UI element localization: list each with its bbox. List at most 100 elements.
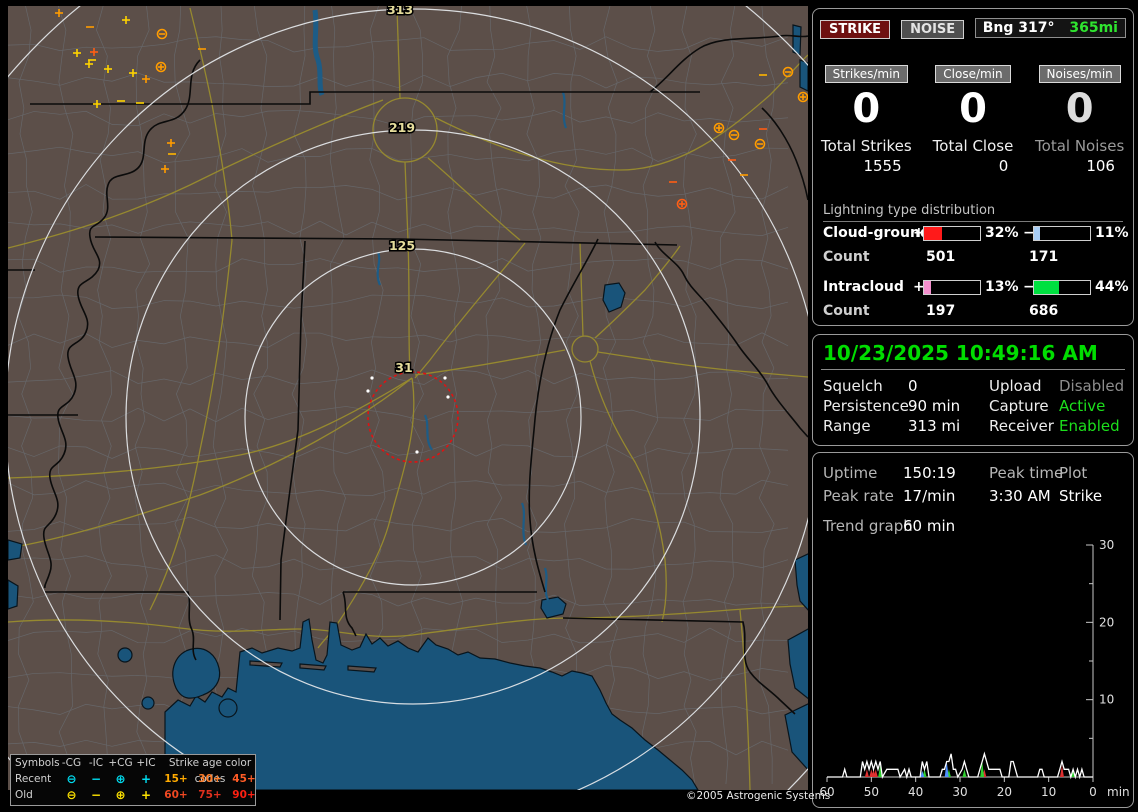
close-per-min-value: 0 xyxy=(959,86,987,132)
range-label: Range xyxy=(823,417,871,435)
ic-neg-percent: 44% xyxy=(1095,279,1129,295)
ring-label-125: 125 xyxy=(389,238,415,253)
datetime-display: 10/23/2025 10:49:16 AM xyxy=(823,341,1098,365)
noise-mode-button[interactable]: NOISE xyxy=(901,20,965,39)
svg-text:30: 30 xyxy=(1099,538,1114,552)
total-noises-label: Total Noises xyxy=(1035,137,1125,155)
ic-pos-percent: 13% xyxy=(985,279,1019,295)
ic-count-label: Count xyxy=(823,303,870,319)
cloud-ground-row: Cloud-ground + 32% − 11% xyxy=(813,225,1133,243)
stats-panel: Uptime 150:19 Peak time Plot Peak rate 1… xyxy=(812,452,1134,808)
recent-ic-neg-symbol: − xyxy=(90,772,102,786)
bearing-readout: Bng 317° 365mi xyxy=(974,18,1126,38)
ring-label-31: 31 xyxy=(395,360,412,375)
lightning-map[interactable]: 31 125 219 313 xyxy=(0,0,943,812)
status-row-range: Range 313 mi Receiver Enabled xyxy=(813,417,1133,437)
counters-panel: STRIKE NOISE Bng 317° 365mi Strikes/min … xyxy=(812,8,1134,326)
ring-label-313: 313 xyxy=(387,6,413,17)
plot-value: Strike xyxy=(1059,487,1103,505)
map-legend: Symbols -CG -IC +CG +IC Strike age color… xyxy=(10,754,256,806)
ring-label-219: 219 xyxy=(389,120,415,135)
cloud-ground-count-row: Count 501 171 xyxy=(813,249,1133,267)
total-strikes-label: Total Strikes xyxy=(820,137,912,155)
status-panel: 10/23/2025 10:49:16 AM Squelch 0 Upload … xyxy=(812,334,1134,446)
persistence-value: 90 min xyxy=(908,397,961,415)
svg-text:50: 50 xyxy=(864,785,879,799)
cg-pos-bar xyxy=(923,226,981,241)
squelch-value: 0 xyxy=(908,377,918,395)
age-code-75plus: 75+ xyxy=(198,789,222,801)
stats-row-1: Uptime 150:19 Peak time Plot xyxy=(813,464,1133,484)
strike-dot xyxy=(415,450,419,454)
status-row-persistence: Persistence 90 min Capture Active xyxy=(813,397,1133,417)
old-cg-pos-symbol: ⊕ xyxy=(115,788,126,802)
ic-neg-bar xyxy=(1033,280,1091,295)
strikes-counter-column: Strikes/min 0 Total Strikes 1555 xyxy=(813,63,920,175)
cg-count-label: Count xyxy=(823,249,870,265)
noises-per-min-button[interactable]: Noises/min xyxy=(1038,65,1121,83)
strike-dot xyxy=(366,389,370,393)
ic-neg-count: 686 xyxy=(1029,303,1059,319)
map-canvas: 31 125 219 313 xyxy=(0,0,943,812)
svg-text:0: 0 xyxy=(1089,785,1097,799)
total-strikes-value: 1555 xyxy=(863,157,902,175)
ic-pos-count: 197 xyxy=(926,303,956,319)
squelch-label: Squelch xyxy=(823,377,883,395)
recent-cg-pos-symbol: ⊕ xyxy=(115,772,126,786)
recent-ic-pos-symbol: + xyxy=(140,772,152,786)
nexstorm-lightning-app: { "toolbar": { "strike_label": "STRIKE",… xyxy=(0,0,1138,812)
svg-text:10: 10 xyxy=(1041,785,1056,799)
cg-neg-bar xyxy=(1033,226,1091,241)
uptime-label: Uptime xyxy=(823,464,878,482)
upload-label: Upload xyxy=(989,377,1042,395)
intracloud-row: Intracloud + 13% − 44% xyxy=(813,279,1133,297)
close-per-min-button[interactable]: Close/min xyxy=(935,65,1011,83)
distribution-title: Lightning type distribution xyxy=(823,203,1123,222)
age-code-15plus: 15+ xyxy=(164,773,188,785)
cg-neg-percent: 11% xyxy=(1095,225,1129,241)
old-ic-pos-symbol: + xyxy=(140,788,152,802)
svg-text:20: 20 xyxy=(997,785,1012,799)
strikes-per-min-button[interactable]: Strikes/min xyxy=(824,65,909,83)
uptime-value: 150:19 xyxy=(903,464,956,482)
legend-age-recent: Recent xyxy=(15,773,52,785)
age-code-45plus: 45+ xyxy=(232,773,256,785)
receiver-label: Receiver xyxy=(989,417,1054,435)
legend-header-row: Symbols -CG -IC +CG +IC Strike age color… xyxy=(11,755,255,785)
strike-dot xyxy=(443,376,447,380)
total-close-label: Total Close xyxy=(932,137,1014,155)
plot-label: Plot xyxy=(1059,464,1088,482)
strike-mode-button[interactable]: STRIKE xyxy=(820,20,891,39)
range-value: 313 mi xyxy=(908,417,961,435)
old-ic-neg-symbol: − xyxy=(90,788,102,802)
legend-age-old: Old xyxy=(15,789,33,801)
peak-rate-value: 17/min xyxy=(903,487,956,505)
persistence-label: Persistence xyxy=(823,397,909,415)
recent-cg-neg-symbol: ⊖ xyxy=(66,772,77,786)
cg-pos-percent: 32% xyxy=(985,225,1019,241)
noises-per-min-value: 0 xyxy=(1065,86,1094,132)
age-code-60plus: 60+ xyxy=(164,789,188,801)
rate-counters: Strikes/min 0 Total Strikes 1555 Close/m… xyxy=(813,63,1133,175)
svg-text:40: 40 xyxy=(908,785,923,799)
peak-time-value: 3:30 AM xyxy=(989,487,1051,505)
total-close-value: 0 xyxy=(998,157,1009,175)
datetime-divider xyxy=(821,369,1125,370)
peak-time-label: Peak time xyxy=(989,464,1064,482)
intracloud-count-row: Count 197 686 xyxy=(813,303,1133,321)
upload-status: Disabled xyxy=(1059,377,1125,395)
svg-text:30: 30 xyxy=(952,785,967,799)
trend-graph: 10203060 50 40 30 20 10 0 min xyxy=(819,538,1129,799)
strike-dot xyxy=(370,376,374,380)
capture-label: Capture xyxy=(989,397,1049,415)
intracloud-label: Intracloud xyxy=(823,279,904,295)
peak-rate-label: Peak rate xyxy=(823,487,894,505)
ic-pos-bar xyxy=(923,280,981,295)
noises-counter-column: Noises/min 0 Total Noises 106 xyxy=(1026,63,1133,175)
legend-row-old: Old ⊖ − ⊕ +60+ 75+ 90+ xyxy=(11,787,256,803)
copyright-text: ©2005 Astrogenic Systems xyxy=(686,790,831,802)
age-code-30plus: 30+ xyxy=(198,773,222,785)
close-counter-column: Close/min 0 Total Close 0 xyxy=(920,63,1027,175)
capture-status: Active xyxy=(1059,397,1106,415)
bearing-range-value: 365mi xyxy=(1069,20,1118,36)
